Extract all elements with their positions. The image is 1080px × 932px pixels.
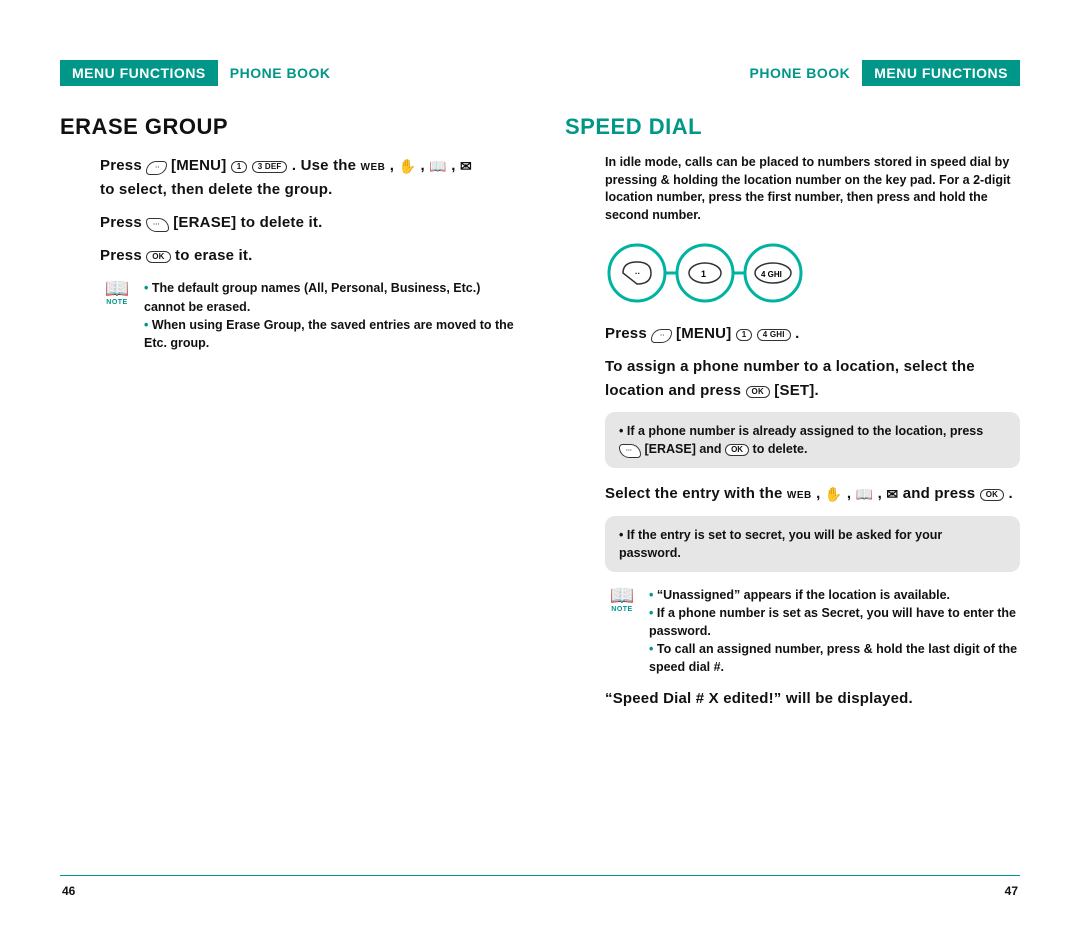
web-icon: WEB: [361, 162, 386, 173]
text: and press: [903, 485, 976, 502]
text: .: [795, 325, 799, 342]
note-item: When using Erase Group, the saved entrie…: [144, 316, 515, 352]
page-number-left: 46: [62, 884, 75, 898]
text: Press: [605, 325, 647, 342]
note-block-left: 📖NOTE The default group names (All, Pers…: [100, 279, 515, 352]
note-icon: 📖NOTE: [100, 279, 134, 352]
instruction-line-3: Press OK to erase it.: [100, 244, 515, 267]
note-icon: 📖NOTE: [605, 586, 639, 677]
ok-key-icon: OK: [725, 444, 749, 456]
key-1-icon: 1: [736, 329, 753, 341]
soft-right-key-icon: ···: [619, 444, 641, 458]
instruction-line-a: Press ·· [MENU] 1 4 GHI .: [605, 322, 1020, 345]
book-icon: 📖: [429, 158, 447, 174]
text: .: [1009, 485, 1013, 502]
right-page: PHONE BOOK MENU FUNCTIONS SPEED DIAL In …: [565, 60, 1020, 770]
highlight-box-1: If a phone number is already assigned to…: [605, 412, 1020, 468]
instruction-line-b: To assign a phone number to a location, …: [605, 355, 1020, 402]
text: Press: [100, 214, 142, 231]
page-number-right: 47: [1005, 884, 1018, 898]
hand-icon: ✋: [825, 486, 843, 502]
ok-key-icon: OK: [980, 489, 1004, 501]
text: to delete.: [753, 442, 808, 456]
breadcrumb-phonebook: PHONE BOOK: [750, 65, 851, 81]
envelope-icon: ✉: [886, 486, 898, 502]
text: Press: [100, 157, 142, 174]
web-icon: WEB: [787, 490, 812, 501]
svg-text:··: ··: [635, 269, 640, 278]
soft-left-key-icon: ··: [146, 161, 166, 175]
header-right: PHONE BOOK MENU FUNCTIONS: [565, 60, 1020, 86]
svg-text:1: 1: [701, 269, 706, 279]
final-message: “Speed Dial # X edited!” will be display…: [605, 687, 1020, 710]
text: Press: [100, 247, 142, 264]
set-label: [SET].: [774, 382, 819, 399]
soft-right-key-icon: ···: [146, 218, 169, 232]
box-item: If the entry is set to secret, you will …: [619, 526, 1006, 562]
note-list: “Unassigned” appears if the location is …: [649, 586, 1020, 677]
svg-text:4 GHI: 4 GHI: [761, 270, 782, 279]
text: . Use the: [292, 157, 356, 174]
section-title-speed-dial: SPEED DIAL: [565, 114, 1020, 140]
highlight-box-2: If the entry is set to secret, you will …: [605, 516, 1020, 572]
note-item: The default group names (All, Personal, …: [144, 279, 515, 315]
note-item: To call an assigned number, press & hold…: [649, 640, 1020, 676]
key-1-icon: 1: [231, 161, 248, 173]
menu-label: [MENU]: [171, 157, 226, 174]
intro-text: In idle mode, calls can be placed to num…: [605, 154, 1020, 224]
text: to erase it.: [175, 247, 252, 264]
text: If a phone number is already assigned to…: [627, 424, 983, 438]
text: [ERASE] and: [644, 442, 721, 456]
ok-key-icon: OK: [746, 386, 770, 398]
menu-functions-tab: MENU FUNCTIONS: [60, 60, 218, 86]
text: to select, then delete the group.: [100, 181, 332, 198]
box-item: If a phone number is already assigned to…: [619, 422, 1006, 458]
menu-label: [MENU]: [676, 325, 731, 342]
soft-left-key-icon: ··: [651, 329, 671, 343]
instruction-line-2: Press ··· [ERASE] to delete it.: [100, 211, 515, 234]
instruction-line-1: Press ·· [MENU] 1 3 DEF . Use the WEB , …: [100, 154, 515, 201]
book-icon: 📖: [856, 486, 874, 502]
envelope-icon: ✉: [460, 158, 472, 174]
breadcrumb-phonebook: PHONE BOOK: [230, 65, 331, 81]
footer-rule: [60, 875, 1020, 876]
header-left: MENU FUNCTIONS PHONE BOOK: [60, 60, 515, 86]
key-4-icon: 4 GHI: [757, 329, 791, 341]
section-title-erase-group: ERASE GROUP: [60, 114, 515, 140]
instruction-line-c: Select the entry with the WEB , ✋ , 📖 , …: [605, 482, 1020, 506]
note-block-right: 📖NOTE “Unassigned” appears if the locati…: [605, 586, 1020, 677]
text: [ERASE] to delete it.: [173, 214, 322, 231]
menu-functions-tab: MENU FUNCTIONS: [862, 60, 1020, 86]
note-item: If a phone number is set as Secret, you …: [649, 604, 1020, 640]
key-3-icon: 3 DEF: [252, 161, 288, 173]
note-item: “Unassigned” appears if the location is …: [649, 586, 1020, 604]
key-sequence-diagram: ·· 1 4 GHI: [605, 238, 1020, 308]
hand-icon: ✋: [399, 158, 417, 174]
note-list: The default group names (All, Personal, …: [144, 279, 515, 352]
left-page: MENU FUNCTIONS PHONE BOOK ERASE GROUP Pr…: [60, 60, 515, 770]
ok-key-icon: OK: [146, 251, 170, 263]
text: Select the entry with the: [605, 485, 783, 502]
